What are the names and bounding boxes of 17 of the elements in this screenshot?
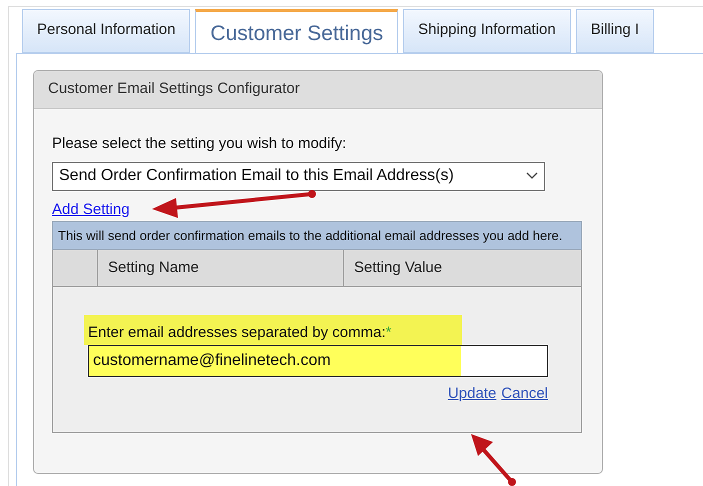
field-label: Enter email addresses separated by comma: xyxy=(88,324,386,341)
add-setting-link[interactable]: Add Setting xyxy=(52,198,130,221)
email-input-field[interactable]: customername@finelinetech.com xyxy=(88,345,548,377)
tab[interactable]: Customer Settings xyxy=(195,9,398,53)
panel-title: Customer Email Settings Configurator xyxy=(48,79,300,100)
setting-select[interactable]: Send Order Confirmation Email to this Email Address(s) xyxy=(52,162,545,190)
chevron-down-icon xyxy=(526,172,538,180)
tab[interactable]: Shipping Information xyxy=(403,9,571,53)
tab[interactable]: Personal Information xyxy=(22,9,190,53)
action-link[interactable]: Update xyxy=(448,383,496,406)
action-link[interactable]: Cancel xyxy=(501,383,548,406)
column-header: Setting Value xyxy=(353,258,444,278)
column-header: Setting Name xyxy=(98,250,344,286)
tab[interactable]: Billing I xyxy=(576,9,654,53)
required-mark: * xyxy=(386,324,392,341)
description-banner: This will send order confirmation emails to the additional email addresses you add here. xyxy=(52,221,582,250)
prompt-text: Please select the setting you wish to modify: xyxy=(52,134,346,154)
